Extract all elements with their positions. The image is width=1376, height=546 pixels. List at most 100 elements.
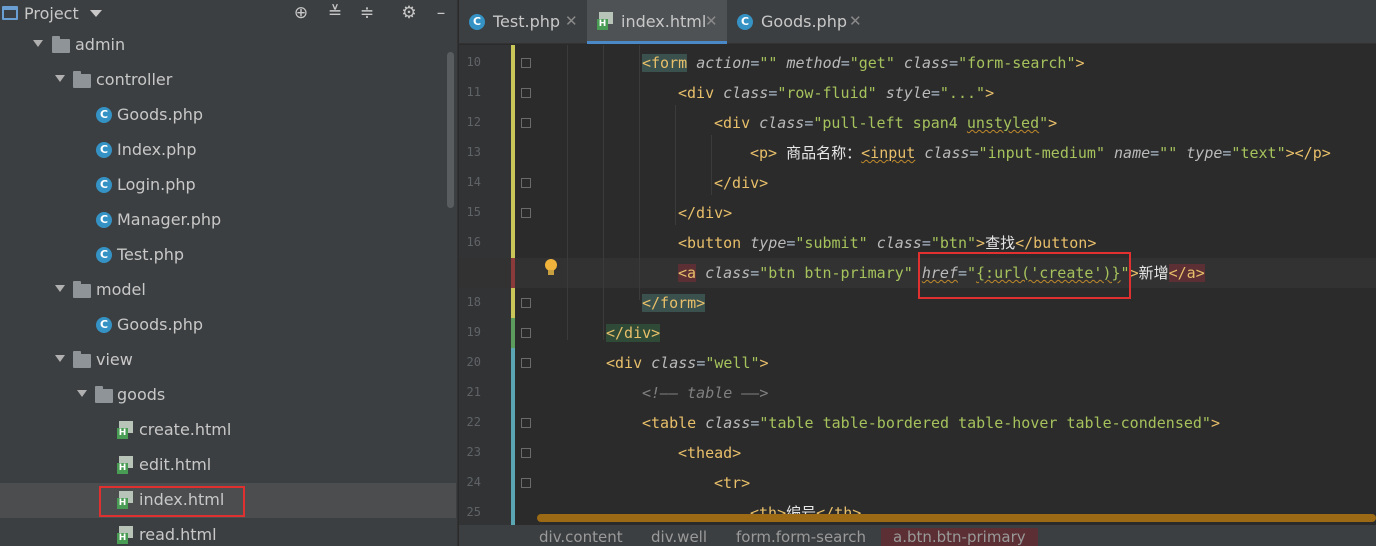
project-icon <box>2 6 18 20</box>
fold-marker-icon[interactable] <box>521 88 531 98</box>
lightbulb-icon[interactable] <box>544 259 558 277</box>
fold-marker-icon[interactable] <box>521 178 531 188</box>
minimize-icon[interactable]: – <box>430 2 452 24</box>
line-number: 10 <box>466 55 481 69</box>
fold-marker-icon[interactable] <box>521 478 531 488</box>
line-number: 14 <box>466 175 481 189</box>
project-title[interactable]: Project <box>24 4 79 23</box>
close-icon[interactable]: ✕ <box>849 12 862 30</box>
gear-icon[interactable]: ⚙ <box>398 2 420 24</box>
code-line-19[interactable]: </div> <box>606 318 661 348</box>
fold-marker-icon[interactable] <box>521 418 531 428</box>
tab-label: Goods.php <box>761 12 848 31</box>
tree-item-controller[interactable]: controller <box>0 63 456 98</box>
html-file-icon: H <box>117 421 133 439</box>
vcs-change-bars <box>511 45 517 525</box>
tree-item-manager-php[interactable]: C Manager.php <box>0 203 456 238</box>
modified-bar <box>511 288 515 318</box>
tab-goods-php[interactable]: C Goods.php ✕ <box>727 0 865 44</box>
folder-icon <box>73 281 91 298</box>
fold-marker-icon[interactable] <box>521 328 531 338</box>
locate-icon[interactable]: ⊕ <box>290 2 312 24</box>
close-icon[interactable]: ✕ <box>705 12 718 30</box>
tree-item-label: read.html <box>139 525 217 544</box>
code-line-13[interactable]: <p> 商品名称：<input class="input-medium" nam… <box>750 138 1331 168</box>
line-number: 25 <box>466 505 481 519</box>
tree-item-login-php[interactable]: C Login.php <box>0 168 456 203</box>
scrollbar[interactable] <box>447 52 454 208</box>
html-file-icon: H <box>117 526 133 544</box>
tab-index-html[interactable]: H index.html ✕ <box>587 0 727 44</box>
folder-icon <box>73 71 91 88</box>
code-line-15[interactable]: </div> <box>678 198 732 228</box>
tree-item-label: Goods.php <box>117 105 204 124</box>
html-file-icon: H <box>117 456 133 474</box>
line-number: 23 <box>466 445 481 459</box>
indent-guide <box>603 45 604 340</box>
fold-marker-icon[interactable] <box>521 118 531 128</box>
code-line-11[interactable]: <div class="row-fluid" style="..."> <box>678 78 994 108</box>
tree-item-model-goods-php[interactable]: C Goods.php <box>0 308 456 343</box>
modified-bar <box>511 45 515 258</box>
tab-test-php[interactable]: C Test.php ✕ <box>459 0 585 44</box>
php-file-icon: C <box>737 14 753 30</box>
line-number: 20 <box>466 355 481 369</box>
chevron-down-icon[interactable] <box>55 285 65 292</box>
tree-item-label: Goods.php <box>117 315 204 334</box>
expand-all-icon[interactable]: ≚ <box>324 2 346 24</box>
breadcrumb-item[interactable]: a.btn.btn-primary <box>881 528 1038 546</box>
code-line-12[interactable]: <div class="pull-left span4 unstyled"> <box>714 108 1057 138</box>
html-file-icon: H <box>597 12 613 30</box>
fold-marker-icon[interactable] <box>521 208 531 218</box>
chevron-down-icon[interactable] <box>90 10 102 17</box>
tree-item-label: Index.php <box>117 140 197 159</box>
project-header: Project ⊕ ≚ ≑ ⚙ – <box>0 0 457 28</box>
line-number: 16 <box>466 235 481 249</box>
tree-item-read-html[interactable]: H read.html <box>0 518 456 546</box>
code-line-20[interactable]: <div class="well"> <box>606 348 769 378</box>
tree-item-create-html[interactable]: H create.html <box>0 413 456 448</box>
tree-item-label: Manager.php <box>117 210 222 229</box>
breadcrumb-item[interactable]: div.content <box>527 528 635 546</box>
fold-marker-icon[interactable] <box>521 298 531 308</box>
tree-item-edit-html[interactable]: H edit.html <box>0 448 456 483</box>
tree-item-model[interactable]: model <box>0 273 456 308</box>
code-line-23[interactable]: <thead> <box>678 438 741 468</box>
collapse-all-icon[interactable]: ≑ <box>356 2 378 24</box>
fold-marker-icon[interactable] <box>521 358 531 368</box>
project-panel: Project ⊕ ≚ ≑ ⚙ – admin controller C Goo… <box>0 0 458 546</box>
code-line-14[interactable]: </div> <box>714 168 768 198</box>
highlight-box <box>918 252 1131 299</box>
tree-item-label: Test.php <box>117 245 185 264</box>
tree-item-label: admin <box>75 35 126 54</box>
close-icon[interactable]: ✕ <box>565 12 578 30</box>
chevron-down-icon[interactable] <box>33 40 43 47</box>
line-number: 22 <box>466 415 481 429</box>
fold-marker-icon[interactable] <box>521 448 531 458</box>
code-line-25[interactable]: <th>编号</th> <box>750 498 861 514</box>
code-line-22[interactable]: <table class="table table-bordered table… <box>642 408 1220 438</box>
tree-item-goods[interactable]: goods <box>0 378 456 413</box>
breadcrumb-item[interactable]: form.form-search <box>724 528 878 546</box>
deleted-bar <box>511 258 515 288</box>
horizontal-scrollbar[interactable] <box>537 514 1376 522</box>
tree-item-test-php[interactable]: C Test.php <box>0 238 456 273</box>
chevron-down-icon[interactable] <box>77 390 87 397</box>
folder-icon <box>95 386 113 403</box>
tree-item-view[interactable]: view <box>0 343 456 378</box>
tree-item-index-php[interactable]: C Index.php <box>0 133 456 168</box>
code-line-10[interactable]: <form action="" method="get" class="form… <box>642 48 1085 78</box>
chevron-down-icon[interactable] <box>55 75 65 82</box>
chevron-down-icon[interactable] <box>55 355 65 362</box>
code-line-24[interactable]: <tr> <box>714 468 750 498</box>
fold-marker-icon[interactable] <box>521 58 531 68</box>
code-line-21[interactable]: <!—— table ——> <box>642 378 768 408</box>
tree-item-label: create.html <box>139 420 232 439</box>
breadcrumb-item[interactable]: div.well <box>639 528 719 546</box>
tree-item-admin[interactable]: admin <box>0 28 456 63</box>
php-file-icon: C <box>96 142 112 158</box>
tree-item-goods-php[interactable]: C Goods.php <box>0 98 456 133</box>
code-line-18[interactable]: </form> <box>642 288 706 318</box>
indent-guide <box>639 45 640 300</box>
tree-item-label: controller <box>96 70 173 89</box>
